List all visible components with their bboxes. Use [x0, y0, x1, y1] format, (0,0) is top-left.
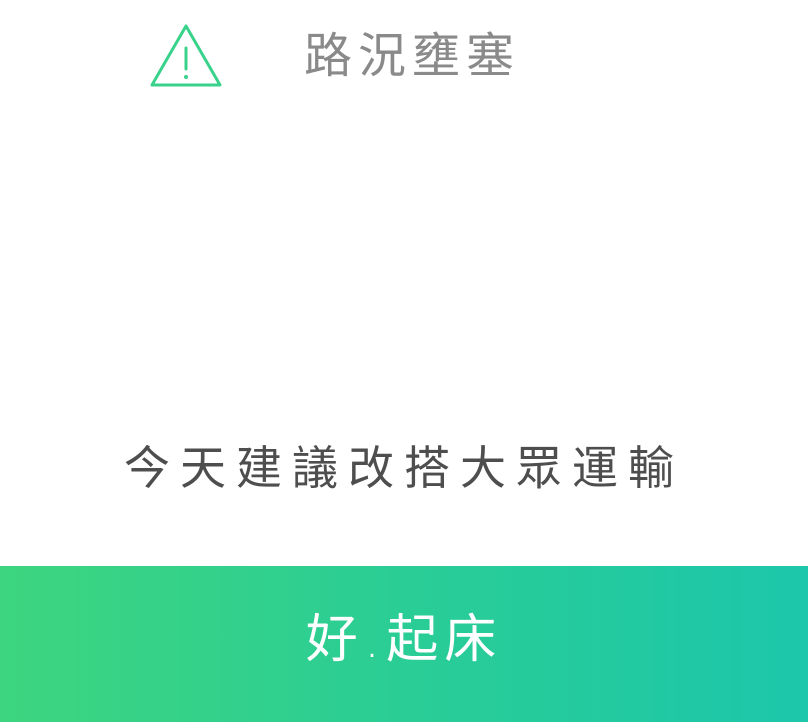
app-screen: 路況壅塞 今天建議改搭大眾運輸 好.起床 — [0, 0, 808, 722]
suggestion-text: 今天建議改搭大眾運輸 — [124, 441, 684, 495]
traffic-alert: 路況壅塞 — [0, 0, 808, 110]
alert-title: 路況壅塞 — [304, 28, 521, 84]
wake-up-button-label: 好.起床 — [305, 610, 503, 670]
wake-up-button[interactable]: 好.起床 — [0, 566, 808, 722]
warning-triangle-icon — [150, 24, 222, 88]
